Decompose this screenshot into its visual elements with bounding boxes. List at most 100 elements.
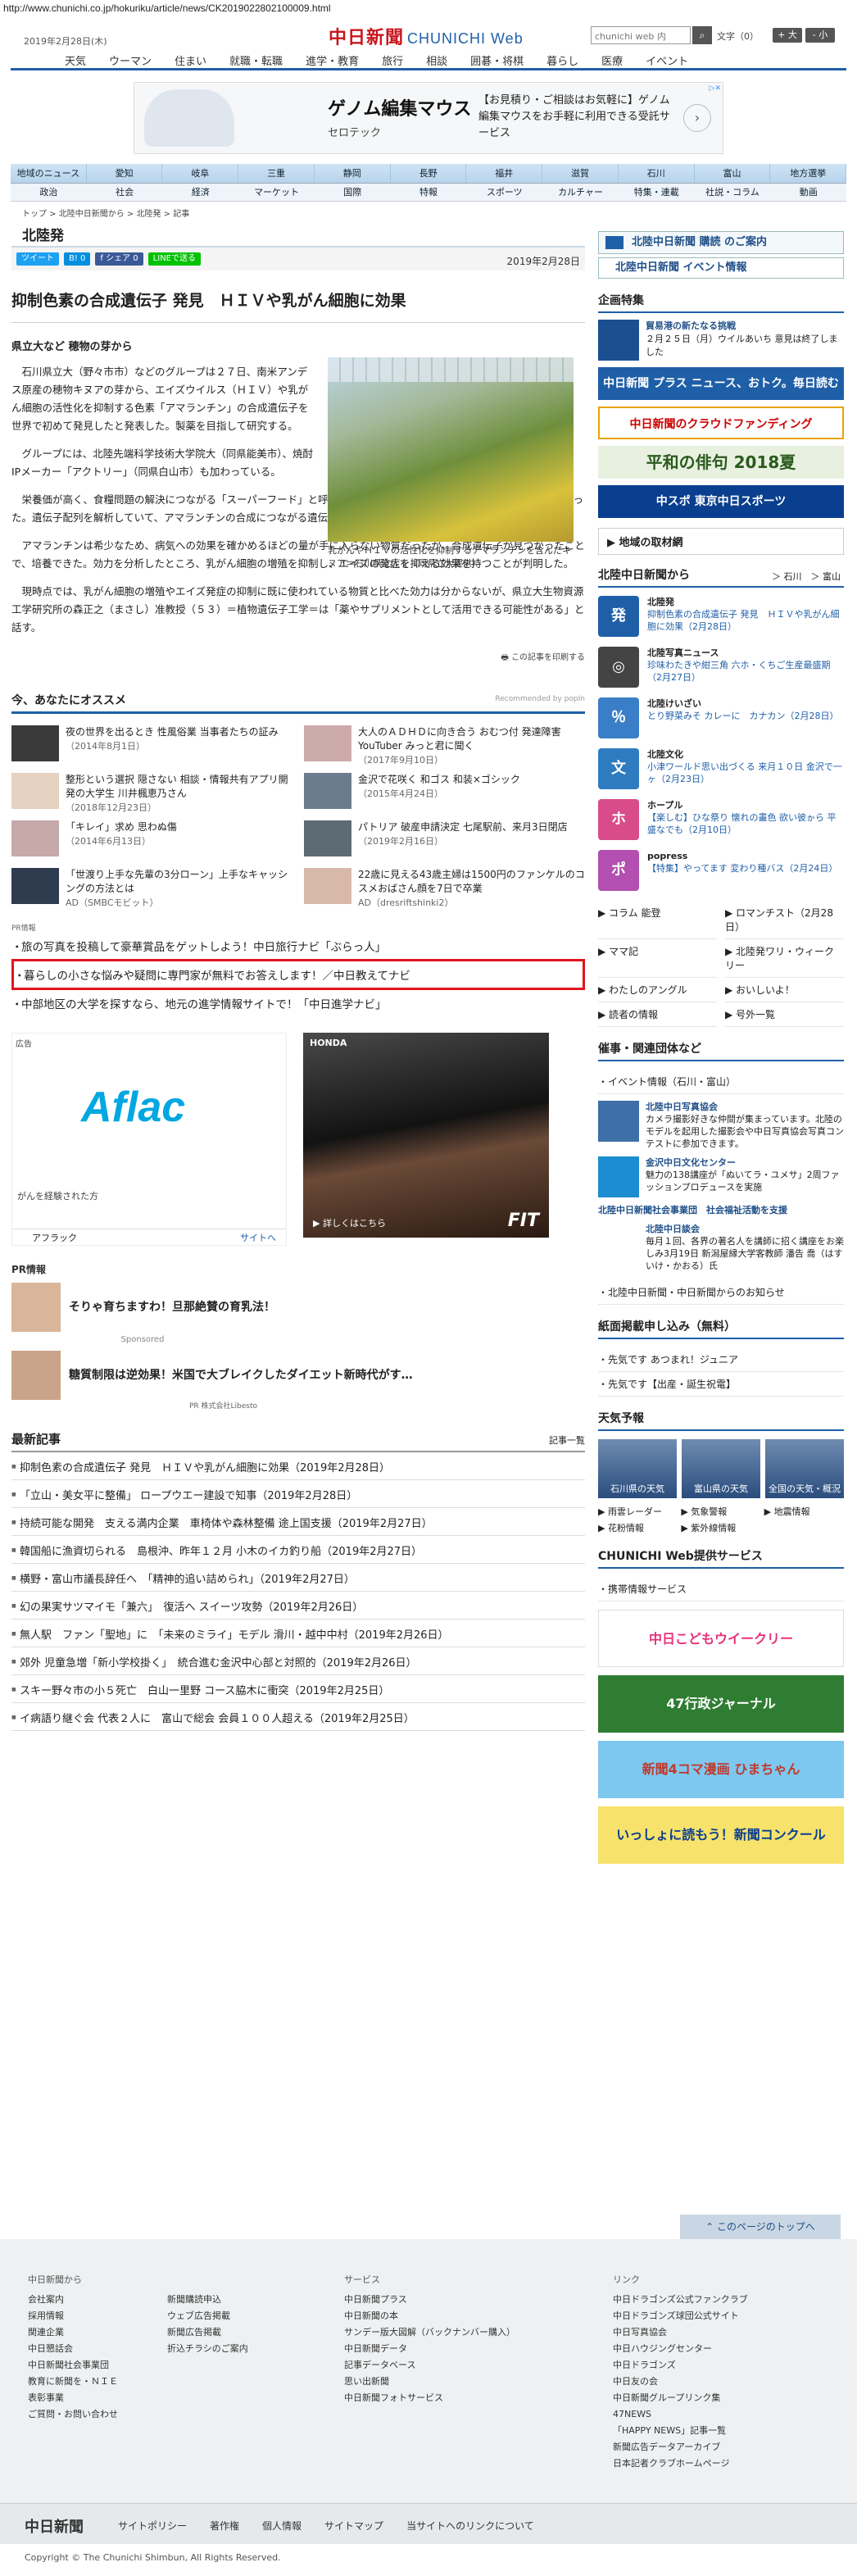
category-tab[interactable]: 社会: [87, 184, 163, 201]
line-share-button[interactable]: LINEで送る: [147, 252, 201, 266]
column-link[interactable]: ▶ 読者の情報: [598, 1002, 717, 1027]
region-tab[interactable]: 長野: [391, 164, 467, 183]
hokuriku-category[interactable]: popress: [647, 850, 837, 862]
weather-link[interactable]: ▶ 紫外線情報: [681, 1521, 760, 1534]
group-title[interactable]: 北陸中日談会: [646, 1223, 844, 1235]
footer-bottom-link[interactable]: 当サイトへのリンクについて: [395, 2519, 546, 2533]
footer-link[interactable]: 表彰事業: [28, 2390, 118, 2406]
footer-bottom-link[interactable]: サイトマップ: [313, 2519, 395, 2533]
hokuriku-category[interactable]: 北陸文化: [647, 748, 844, 761]
search-input[interactable]: chunichi web 内: [591, 26, 691, 44]
kikaku-item[interactable]: 貿易港の新たなる挑戦 ２月２５日（月）ウイルあいち 意見は終了しました: [598, 320, 844, 361]
recommend-title[interactable]: 「世渡り上手な先輩の3分ローン」上手なキャッシングの方法とは: [66, 868, 292, 896]
chuspo-ad[interactable]: 中スポ 東京中日スポーツ: [598, 485, 844, 518]
tweet-button[interactable]: ツイート: [16, 252, 59, 266]
footer-link[interactable]: 日本記者クラブホームページ: [613, 2456, 748, 2472]
hokuriku-headline[interactable]: 抑制色素の合成遺伝子 発見 ＨＩＶや乳がん細胞に効果（2月28日）: [647, 609, 840, 632]
footer-link[interactable]: 中日懇話会: [28, 2341, 118, 2357]
weather-link[interactable]: ▶ 地震情報: [764, 1505, 844, 1518]
footer-bottom-link[interactable]: 個人情報: [251, 2519, 313, 2533]
search-icon[interactable]: ⌕: [692, 26, 712, 44]
hokuriku-headline[interactable]: 珍味わたきや紺三角 六ホ・くちご生産最盛期（2月27日）: [647, 660, 831, 683]
recommend-item[interactable]: 整形という選択 隠さない 相談・情報共有アプリ開発の大学生 川井楓恵乃さん （20…: [11, 773, 292, 813]
group-title[interactable]: 北陸中日写真協会: [646, 1101, 844, 1113]
latest-article-link[interactable]: イ病語り継ぐ会 代表２人に 富山で総会 会員１００人超える（2019年2月25日…: [11, 1703, 585, 1731]
footer-link[interactable]: 採用情報: [28, 2308, 118, 2324]
chevron-right-icon[interactable]: ›: [683, 104, 711, 132]
recommend-item[interactable]: 夜の世界を出るとき 性風俗業 当事者たちの証み （2014年8月1日）: [11, 725, 292, 765]
hokuriku-item[interactable]: ％北陸けいざい とり野菜みそ カレーに カナカン（2月28日）: [598, 697, 844, 740]
footer-link[interactable]: 中日友の会: [613, 2374, 748, 2390]
font-large-button[interactable]: + 大: [773, 28, 802, 43]
honda-ad[interactable]: HONDA ▶ 詳しくはこちら FIT: [303, 1033, 549, 1238]
footer-link[interactable]: 中日新聞データ: [344, 2341, 515, 2357]
region-tab[interactable]: 石川: [619, 164, 695, 183]
recommend-item[interactable]: 「キレイ」求め 思わぬ傷 （2014年6月13日）: [11, 820, 292, 860]
gnav-item[interactable]: イベント: [634, 49, 700, 68]
footer-link[interactable]: 中日写真協会: [613, 2324, 748, 2341]
chunichi-plus-ad[interactable]: 中日新聞 プラス ニュース、おトク。毎日読むならここ。: [598, 367, 844, 423]
torizai-link[interactable]: ▶ 地域の取材網: [598, 528, 844, 555]
column-link[interactable]: ▶ コラム 能登: [598, 901, 717, 939]
footer-link[interactable]: 新聞広告掲載: [167, 2324, 248, 2341]
latest-article-link[interactable]: 幻の果実サツマイモ「兼六」 復活へ スイーツ攻勢（2019年2月26日）: [11, 1592, 585, 1620]
gnav-item[interactable]: ウーマン: [97, 49, 163, 68]
crowdfunding-ad[interactable]: 中日新聞のクラウドファンディング: [598, 407, 844, 439]
category-tab[interactable]: スポーツ: [466, 184, 542, 201]
weather-tile[interactable]: 石川県の天気: [598, 1439, 677, 1498]
group-item[interactable]: 北陸中日新聞社会事業団 社会福祉活動を支援: [598, 1204, 844, 1216]
hatena-button[interactable]: B! 0: [64, 252, 91, 266]
recommend-thumbnail[interactable]: [304, 868, 351, 904]
hokuriku-headline[interactable]: 【楽しむ】ひな祭り 懐れの畫色 欲い彼ゕら 平盛なでも（2月10日）: [647, 812, 837, 835]
kodomo-banner[interactable]: 中日こどもウイークリー: [598, 1610, 844, 1667]
group-item[interactable]: 北陸中日談会 毎月１回、各界の著名人を講師に招く講座をお楽しみ3月19日 新潟屋縁…: [598, 1223, 844, 1272]
recommend-title[interactable]: 22歳に見える43歳主婦は1500円のファンケルのコスメおばさん顔を7日で卒業: [358, 868, 585, 896]
hokuriku-headline[interactable]: 小津ワールド思い出づくる 来月１０日 金沢で一ヶ（2月23日）: [647, 761, 842, 784]
footer-bottom-link[interactable]: 著作権: [198, 2519, 251, 2533]
footer-link[interactable]: 中日ハウジングセンター: [613, 2341, 748, 2357]
hokuriku-item[interactable]: ホホープル 【楽しむ】ひな祭り 懐れの畫色 欲い彼ゕら 平盛なでも（2月10日）: [598, 799, 844, 842]
shimen-link[interactable]: 先気です【出産・誕生祝電】: [598, 1372, 844, 1397]
recommend-thumbnail[interactable]: [11, 773, 59, 809]
gnav-item[interactable]: 相談: [415, 49, 459, 68]
page-top-button[interactable]: ⌃ このページのトップへ: [680, 2215, 841, 2239]
hokuriku-category[interactable]: 北陸写真ニュース: [647, 647, 844, 659]
footer-link[interactable]: 中日ドラゴンズ公式ファンクラブ: [613, 2292, 748, 2308]
category-tab[interactable]: 国際: [315, 184, 391, 201]
region-tab[interactable]: 愛知: [87, 164, 163, 183]
recommend-thumbnail[interactable]: [11, 725, 59, 761]
service-link[interactable]: 携帯情報サービス: [598, 1577, 844, 1601]
gnav-item[interactable]: 住まい: [163, 49, 218, 68]
shimen-link[interactable]: 先気です あつまれ！ジュニア: [598, 1347, 844, 1372]
weather-tile[interactable]: 富山県の天気: [682, 1439, 760, 1498]
category-tab[interactable]: 政治: [11, 184, 87, 201]
recommend-title[interactable]: 金沢で花咲く 和ゴス 和装×ゴシック: [358, 773, 520, 787]
weather-tile[interactable]: 全国の天気・概況: [765, 1439, 844, 1498]
category-tab[interactable]: カルチャー: [542, 184, 619, 201]
hokuriku-item[interactable]: ポ popress 【特集】やってます 変わり種バス（2月24日）: [598, 850, 844, 893]
all-articles-link[interactable]: 記事一覧: [549, 1433, 585, 1447]
hokuriku-item[interactable]: 発北陸発 抑制色素の合成遺伝子 発見 ＨＩＶや乳がん細胞に効果（2月28日）: [598, 596, 844, 638]
footer-logo[interactable]: 中日新聞: [25, 2515, 84, 2537]
footer-link[interactable]: 「HAPPY NEWS」記事一覧: [613, 2423, 748, 2439]
region-tab[interactable]: 三重: [238, 164, 315, 183]
footer-link[interactable]: 中日新聞の本: [344, 2308, 515, 2324]
pr-item[interactable]: そりゃ育ちますわ！旦那絶賛の育乳法！: [11, 1283, 585, 1332]
category-tab[interactable]: 特集・連載: [619, 184, 695, 201]
recommend-thumbnail[interactable]: [304, 820, 351, 856]
latest-article-link[interactable]: 韓国船に漁資切られる 島根沖、昨年１２月 小木のイカ釣り船（2019年2月27日…: [11, 1536, 585, 1564]
footer-link[interactable]: 中日新聞グループリンク集: [613, 2390, 748, 2406]
region-tab[interactable]: 福井: [466, 164, 543, 183]
hokuriku-category[interactable]: ホープル: [647, 799, 844, 811]
hokuriku-category[interactable]: 北陸発: [647, 596, 844, 608]
column-link[interactable]: ▶ 号外一覧: [725, 1002, 844, 1027]
recommend-item[interactable]: 22歳に見える43歳主婦は1500円のファンケルのコスメおばさん顔を7日で卒業 A…: [304, 868, 585, 908]
hokuriku-item[interactable]: 文北陸文化 小津ワールド思い出づくる 来月１０日 金沢で一ヶ（2月23日）: [598, 748, 844, 791]
column-link[interactable]: ▶ ママ記: [598, 939, 717, 978]
gnav-item[interactable]: 旅行: [370, 49, 415, 68]
group-item[interactable]: 金沢中日文化センター 魅力の138講座が「ぬいてラ・ユメサ」2周ファッションプロデ…: [598, 1156, 844, 1197]
recommend-item[interactable]: 「世渡り上手な先輩の3分ローン」上手なキャッシングの方法とは AD（SMBCモビッ…: [11, 868, 292, 908]
ad-close-icon[interactable]: ▷✕: [710, 84, 721, 93]
footer-link[interactable]: サンデー版大図解（バックナンバー購入）: [344, 2324, 515, 2341]
footer-link[interactable]: 記事データベース: [344, 2357, 515, 2374]
